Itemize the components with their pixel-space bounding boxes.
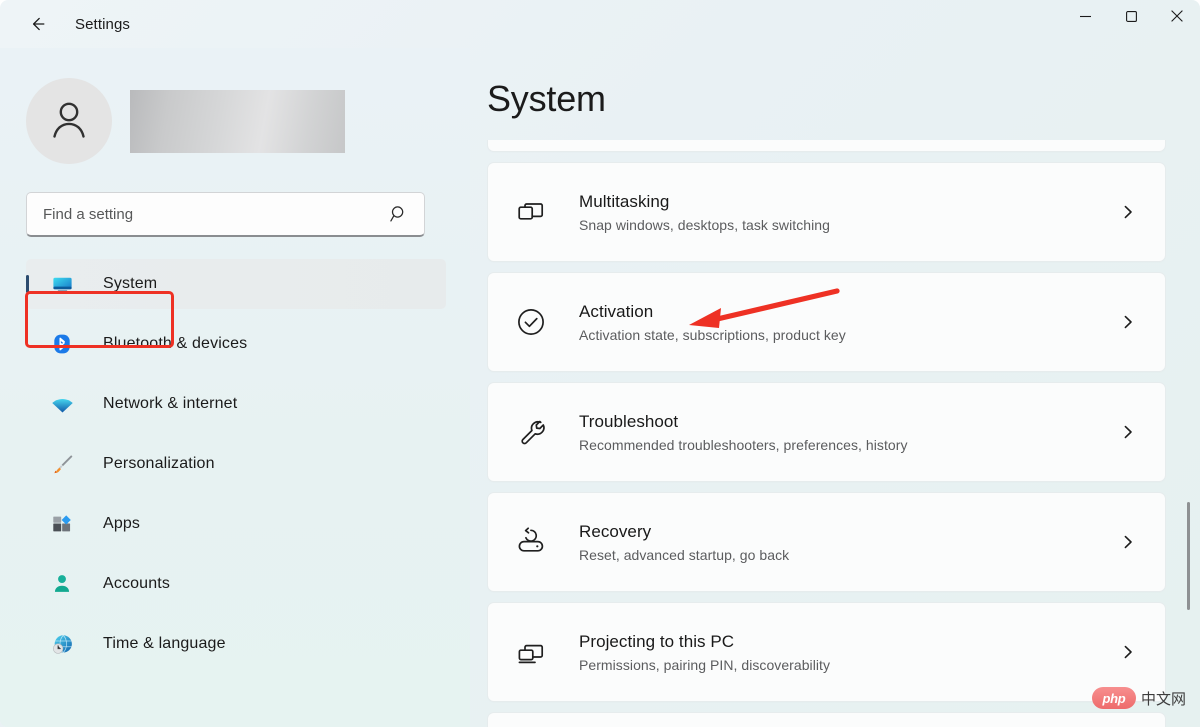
bluetooth-icon [50,332,74,356]
card-title: Projecting to this PC [579,632,735,652]
avatar [26,78,112,164]
title-bar: Settings [0,0,1200,48]
sidebar-item-label: Personalization [103,455,215,472]
card-text: Projecting to this PC Permissions, pairi… [579,631,1117,673]
maximize-button[interactable] [1108,0,1154,36]
close-button[interactable] [1154,0,1200,36]
sidebar-item-bluetooth-devices[interactable]: Bluetooth & devices [26,319,446,369]
account-name-redacted [130,89,345,153]
minimize-icon [1079,9,1091,27]
card-subtitle: Snap windows, desktops, task switching [579,216,830,233]
chevron-right-icon [1117,531,1139,553]
maximize-icon [1125,9,1137,27]
settings-card-projecting-to-this-pc[interactable]: Projecting to this PC Permissions, pairi… [487,602,1166,702]
paintbrush-icon [50,452,74,476]
settings-window: Settings Find a setting System Bluetooth… [0,0,1200,727]
card-title: Activation [579,302,654,322]
card-text: Recovery Reset, advanced startup, go bac… [579,521,1117,563]
profile-block[interactable] [26,78,470,164]
back-button[interactable] [19,8,55,40]
card-text: Activation Activation state, subscriptio… [579,301,1117,343]
multitasking-windows-icon [514,195,548,229]
search-input[interactable] [27,205,382,223]
sidebar-item-time-language[interactable]: Time & language [26,619,446,669]
sidebar-item-label: Accounts [103,575,171,592]
card-subtitle: Recommended troubleshooters, preferences… [579,436,908,453]
scrollbar-thumb[interactable] [1186,502,1190,610]
card-title: Troubleshoot [579,412,679,432]
sidebar-item-accounts[interactable]: Accounts [26,559,446,609]
settings-card-multitasking[interactable]: Multitasking Snap windows, desktops, tas… [487,162,1166,262]
sidebar-item-network-internet[interactable]: Network & internet [26,379,446,429]
projecting-screens-icon [514,635,548,669]
card-subtitle: Reset, advanced startup, go back [579,546,790,563]
card-subtitle: Permissions, pairing PIN, discoverabilit… [579,656,831,673]
minimize-button[interactable] [1062,0,1108,36]
card-subtitle: Activation state, subscriptions, product… [579,326,846,343]
chevron-right-icon [1117,201,1139,223]
person-avatar-icon [45,95,93,148]
check-circle-icon [514,305,548,339]
recovery-drive-icon [514,525,548,559]
globe-clock-icon [50,632,74,656]
sidebar-item-label: Apps [103,515,141,532]
apps-blocks-icon [50,512,74,536]
app-title: Settings [75,15,130,33]
sidebar-item-label: Network & internet [103,395,238,412]
chevron-right-icon [1117,311,1139,333]
close-icon [1171,9,1183,27]
chevron-right-icon [1117,641,1139,663]
card-text: Troubleshoot Recommended troubleshooters… [579,411,1117,453]
settings-card-troubleshoot[interactable]: Troubleshoot Recommended troubleshooters… [487,382,1166,482]
person-icon [50,572,74,596]
sidebar-nav: System Bluetooth & devices Network & int… [0,259,470,669]
sidebar-item-label: Time & language [103,635,226,652]
card-title: Recovery [579,522,652,542]
monitor-icon [50,272,74,296]
sidebar: System Bluetooth & devices [0,48,470,727]
card-title: Multitasking [579,192,670,212]
settings-card-recovery[interactable]: Recovery Reset, advanced startup, go bac… [487,492,1166,592]
sidebar-item-label: Bluetooth & devices [103,335,248,352]
search-box[interactable] [26,192,425,237]
page-title: System [487,78,606,119]
settings-card-activation[interactable]: Activation Activation state, subscriptio… [487,272,1166,372]
settings-card-partial-bottom[interactable] [487,712,1166,727]
settings-card-list: Multitasking Snap windows, desktops, tas… [487,140,1166,727]
back-arrow-icon [27,14,47,34]
sidebar-item-apps[interactable]: Apps [26,499,446,549]
search-icon[interactable] [382,205,424,223]
chevron-right-icon [1117,421,1139,443]
card-text: Multitasking Snap windows, desktops, tas… [579,191,1117,233]
window-controls [1062,0,1200,36]
sidebar-item-label: System [103,275,158,292]
settings-card-partial-top[interactable] [487,140,1166,152]
main-content: System Multitasking Snap windows, deskto… [470,48,1200,727]
wrench-icon [514,415,548,449]
wifi-icon [50,392,74,416]
sidebar-item-system[interactable]: System [26,259,446,309]
sidebar-item-personalization[interactable]: Personalization [26,439,446,489]
content-scrollbar[interactable] [1185,144,1191,713]
